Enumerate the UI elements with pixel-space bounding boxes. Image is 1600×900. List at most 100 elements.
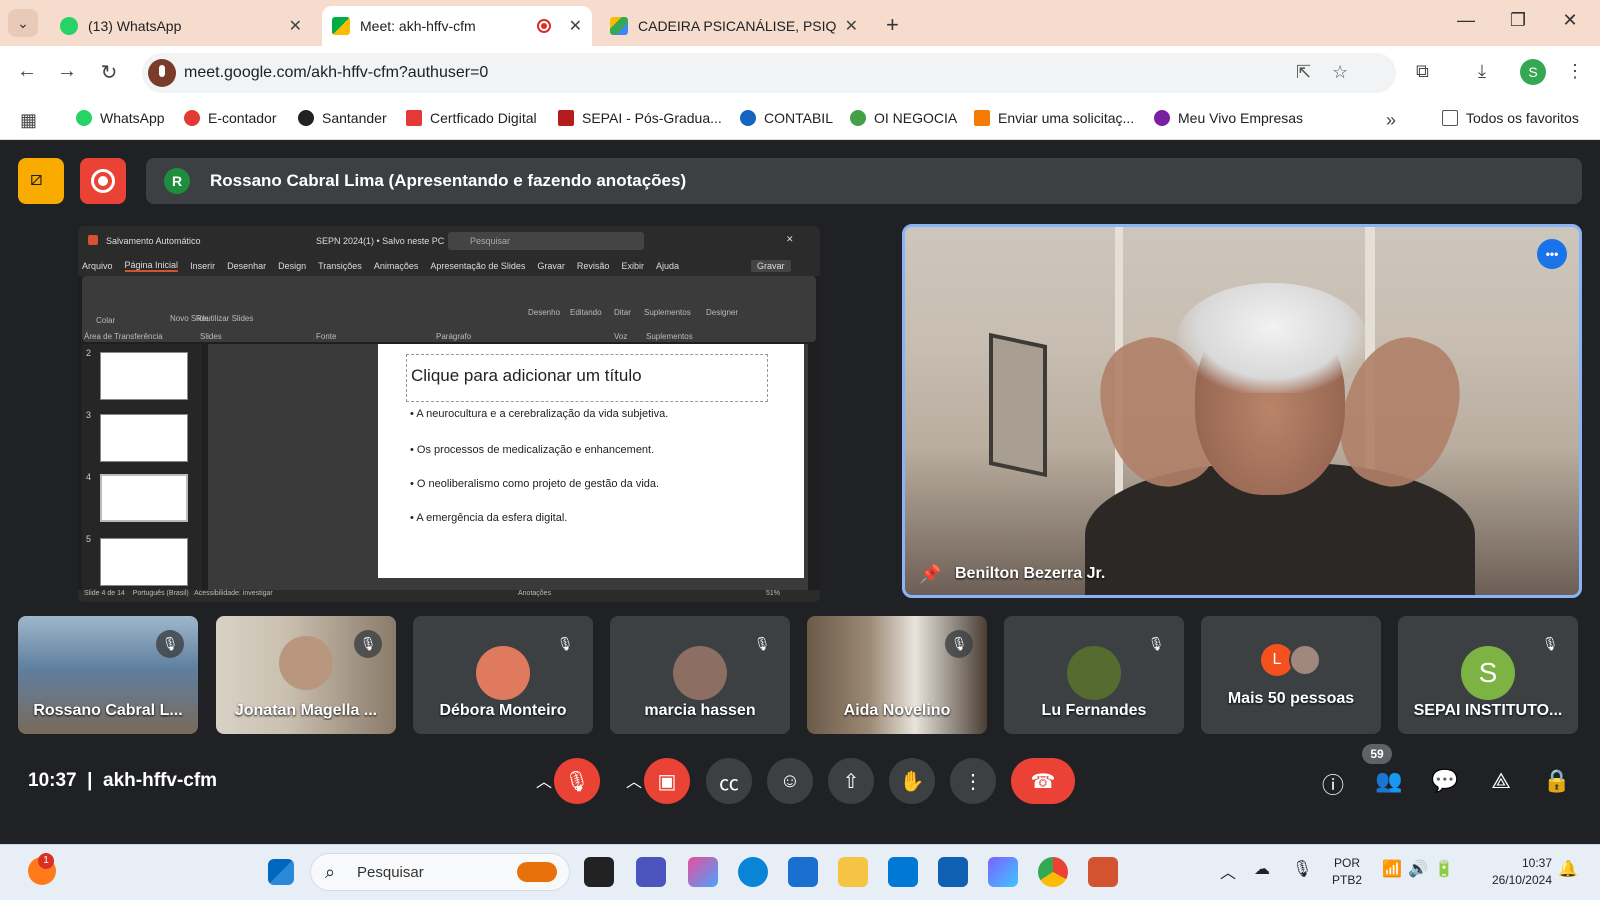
powerpoint-icon[interactable]: [1088, 857, 1118, 887]
pin-icon[interactable]: 📌: [919, 564, 941, 585]
back-button[interactable]: ←: [14, 60, 40, 83]
onedrive-icon[interactable]: ☁: [1254, 859, 1270, 879]
bookmark-santander[interactable]: Santander: [298, 110, 387, 126]
tab-whatsapp[interactable]: (13) WhatsApp ✕: [50, 6, 312, 46]
url-text: meet.google.com/akh-hffv-cfm?authuser=0: [184, 64, 489, 81]
new-tab-button[interactable]: +: [886, 12, 899, 38]
info-icon[interactable]: ⓘ: [1318, 768, 1348, 800]
microphone-permission-icon[interactable]: [148, 59, 176, 87]
bookmark-whatsapp[interactable]: WhatsApp: [76, 110, 165, 126]
leave-call-button[interactable]: ☎: [1011, 758, 1075, 804]
more-options-button[interactable]: ⋮: [950, 758, 996, 804]
people-icon[interactable]: 👥: [1374, 768, 1404, 794]
bookmark-contabil[interactable]: CONTABIL: [740, 110, 833, 126]
close-icon[interactable]: ✕: [845, 16, 858, 36]
address-bar[interactable]: meet.google.com/akh-hffv-cfm?authuser=0 …: [142, 53, 1396, 93]
ppt-status-bar: Slide 4 de 14 Português (Brasil) Acessib…: [78, 590, 820, 602]
whatsapp-icon: [60, 17, 78, 35]
close-window-button[interactable]: ✕: [1550, 10, 1590, 31]
wifi-icon[interactable]: 📶: [1382, 859, 1402, 879]
chevron-up-icon[interactable]: ︿: [1220, 859, 1236, 883]
windows-start-icon[interactable]: [268, 859, 294, 885]
stop-presenting-button[interactable]: ⧄: [18, 158, 64, 204]
tab-meet[interactable]: Meet: akh-hffv-cfm ✕: [322, 6, 592, 46]
apps-grid-icon[interactable]: ▦: [20, 110, 37, 131]
participant-tile[interactable]: 🎙 Rossano Cabral L...: [18, 616, 198, 734]
participant-face: [279, 636, 333, 690]
close-icon[interactable]: ✕: [289, 16, 302, 36]
bookmark-meu-vivo[interactable]: Meu Vivo Empresas: [1154, 110, 1303, 126]
copilot-app-icon[interactable]: [988, 857, 1018, 887]
store-icon[interactable]: [788, 857, 818, 887]
tab-drive[interactable]: CADEIRA PSICANÁLISE, PSIQUI/ ✕: [600, 6, 868, 46]
main-speaker-video[interactable]: ••• 📌 Benilton Bezerra Jr.: [902, 224, 1582, 598]
slide-thumbnail: [100, 414, 188, 462]
profile-avatar[interactable]: S: [1520, 59, 1546, 85]
task-view-icon[interactable]: [584, 857, 614, 887]
download-icon[interactable]: ⤓: [1478, 61, 1486, 82]
participant-tile[interactable]: 🎙 Jonatan Magella ...: [216, 616, 396, 734]
mic-toggle-button[interactable]: 🎙: [554, 758, 600, 804]
open-in-new-icon[interactable]: ⇱: [1296, 62, 1311, 83]
forward-button[interactable]: →: [54, 60, 80, 83]
reload-button[interactable]: ↻: [96, 60, 122, 85]
bookmark-e-contador[interactable]: E-contador: [184, 110, 276, 126]
slide-thumbnail: [100, 352, 188, 400]
bookmark-oi-negocia[interactable]: OI NEGOCIA: [850, 110, 957, 126]
close-icon[interactable]: ✕: [569, 16, 582, 36]
camera-toggle-button[interactable]: ▣: [644, 758, 690, 804]
edge-icon[interactable]: [738, 857, 768, 887]
system-clock[interactable]: 10:37 26/10/2024: [1492, 855, 1552, 889]
recording-button[interactable]: [80, 158, 126, 204]
all-bookmarks[interactable]: Todos os favoritos: [1442, 110, 1579, 126]
volume-icon[interactable]: 🔊: [1408, 859, 1428, 879]
participant-tile[interactable]: 🎙 Lu Fernandes: [1004, 616, 1184, 734]
present-button[interactable]: ⇧: [828, 758, 874, 804]
bookmark-enviar[interactable]: Enviar uma solicitaç...: [974, 110, 1134, 126]
participant-tile[interactable]: 🎙 Débora Monteiro: [413, 616, 593, 734]
captions-button[interactable]: ㏄: [706, 758, 752, 804]
bookmark-sepai[interactable]: SEPAI - Pós-Gradua...: [558, 110, 722, 126]
menu-icon[interactable]: ⋮: [1566, 61, 1584, 82]
file-explorer-icon[interactable]: [838, 857, 868, 887]
tab-search-button[interactable]: ⌄: [8, 9, 38, 37]
slide-bullet: • Os processos de medicalização e enhanc…: [410, 444, 655, 456]
ppt-search-box: Pesquisar: [448, 232, 644, 250]
notifications-bell-icon[interactable]: 🔔: [1558, 859, 1578, 879]
bookmark-star-icon[interactable]: ☆: [1332, 62, 1348, 83]
restore-button[interactable]: ❐: [1498, 10, 1538, 31]
teams-icon[interactable]: [636, 857, 666, 887]
tab-title: CADEIRA PSICANÁLISE, PSIQUI/: [638, 18, 837, 34]
chat-icon[interactable]: 💬: [1430, 768, 1460, 794]
participant-tile[interactable]: S 🎙 SEPAI INSTITUTO...: [1398, 616, 1578, 734]
extensions-icon[interactable]: ⧉: [1416, 61, 1429, 82]
close-icon: ✕: [786, 234, 794, 244]
chevron-up-icon[interactable]: ︿: [536, 768, 552, 792]
battery-icon[interactable]: 🔋: [1434, 859, 1454, 879]
taskbar-search[interactable]: ⌕ Pesquisar: [310, 853, 570, 891]
slide-bullet: • A emergência da esfera digital.: [410, 512, 568, 524]
chevron-up-icon[interactable]: ︿: [626, 768, 642, 792]
minimize-button[interactable]: —: [1446, 10, 1486, 31]
shared-screen: Salvamento Automático SEPN 2024(1) • Sal…: [78, 226, 820, 602]
copilot-icon[interactable]: [688, 857, 718, 887]
outlook-icon[interactable]: [888, 857, 918, 887]
participant-tile[interactable]: 🎙 marcia hassen: [610, 616, 790, 734]
contabil-icon: [740, 110, 756, 126]
presenting-text: Rossano Cabral Lima (Apresentando e faze…: [210, 171, 687, 190]
participant-tile-more[interactable]: L Mais 50 pessoas: [1201, 616, 1381, 734]
activities-icon[interactable]: ⟁: [1486, 768, 1516, 794]
bookmark-certificado[interactable]: Certficado Digital: [406, 110, 537, 126]
ppt-ribbon: Colar Novo Slide Reutilizar Slides Desen…: [82, 276, 816, 342]
mic-icon[interactable]: 🎙: [1292, 859, 1312, 879]
browser-tab-strip: ⌄ (13) WhatsApp ✕ Meet: akh-hffv-cfm ✕ C…: [0, 0, 1600, 46]
outlook-classic-icon[interactable]: [938, 857, 968, 887]
host-controls-icon[interactable]: 🔒: [1542, 768, 1572, 794]
more-bookmarks-icon[interactable]: »: [1386, 110, 1396, 131]
raise-hand-button[interactable]: ✋: [889, 758, 935, 804]
participant-tile[interactable]: 🎙 Aida Novelino: [807, 616, 987, 734]
reactions-button[interactable]: ☺: [767, 758, 813, 804]
vivo-icon: [1154, 110, 1170, 126]
input-language[interactable]: POR PTB2: [1332, 855, 1362, 889]
chrome-icon[interactable]: [1038, 857, 1068, 887]
